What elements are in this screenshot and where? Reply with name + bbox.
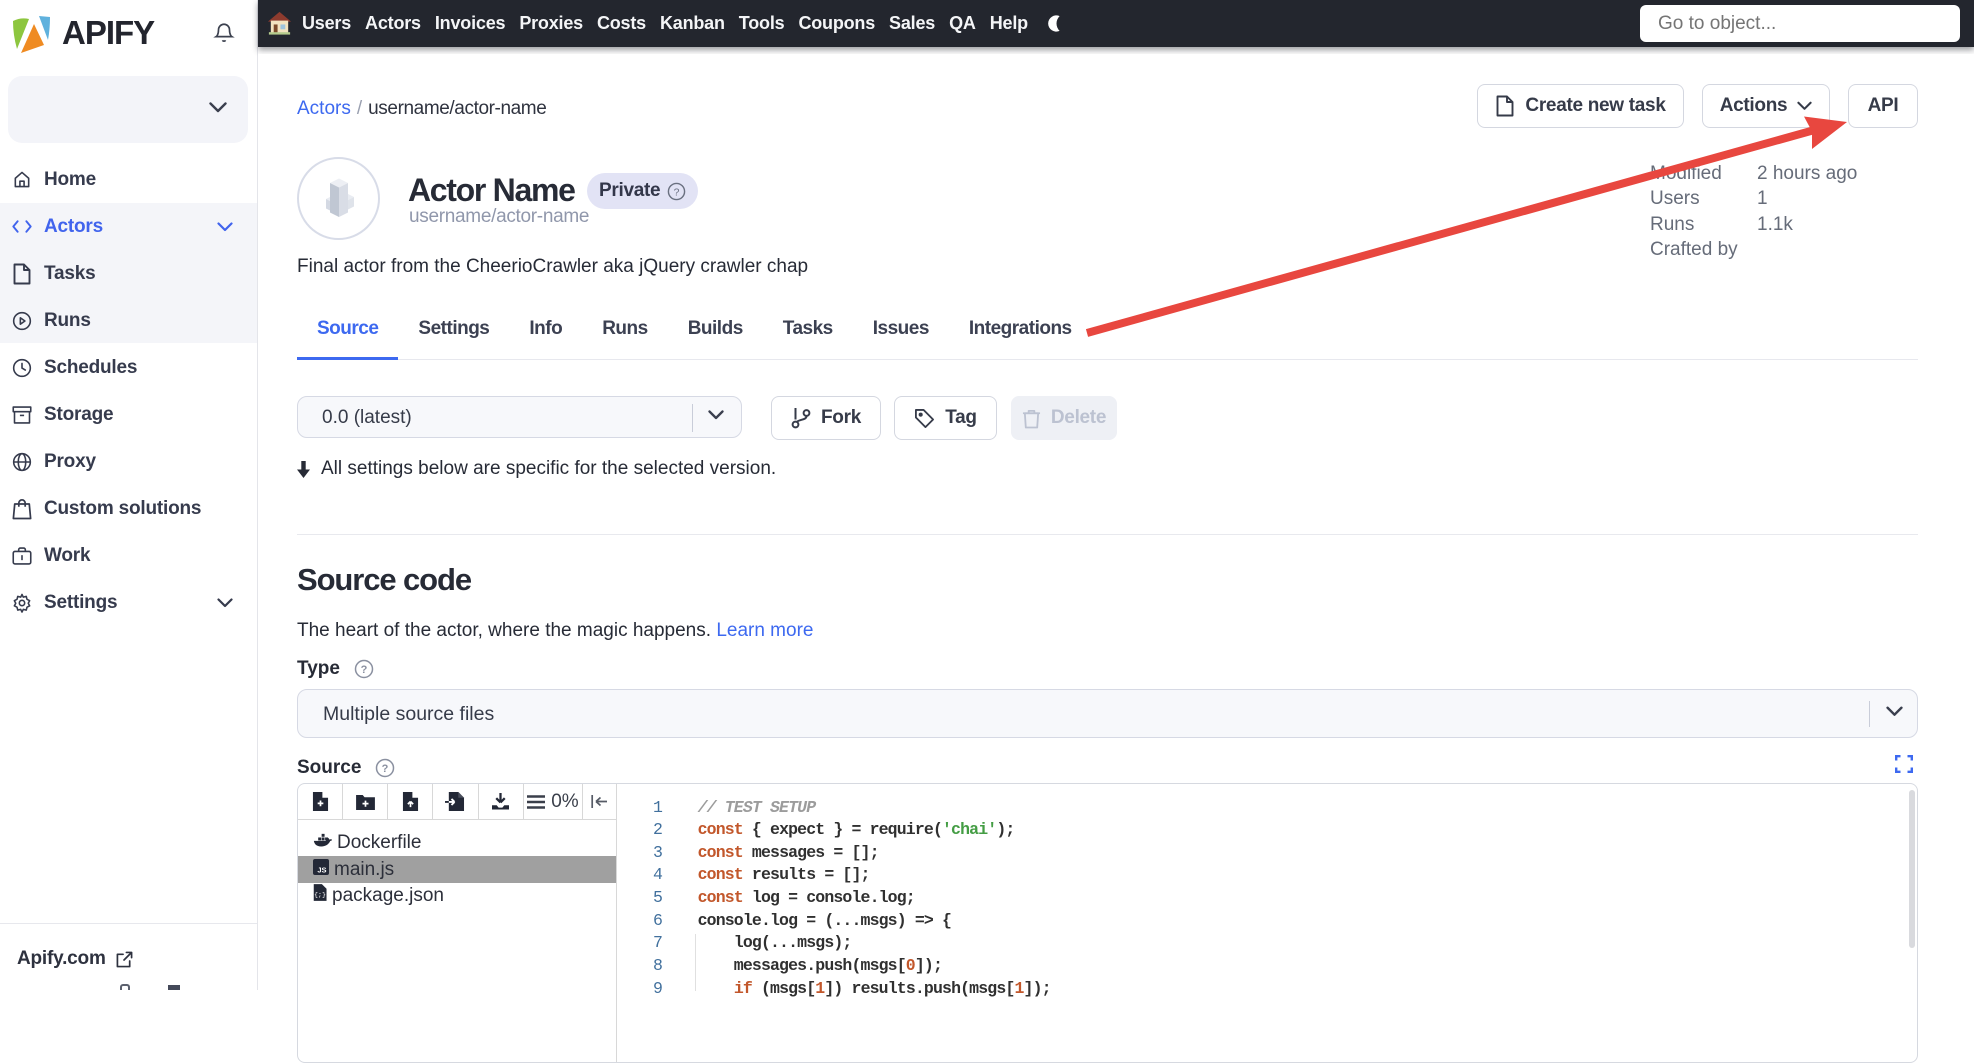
svg-text:JS: JS	[317, 865, 326, 874]
svg-text:?: ?	[674, 187, 680, 198]
svg-text:?: ?	[382, 763, 389, 775]
svg-text:{;}: {;}	[314, 892, 326, 899]
svg-text:?: ?	[361, 664, 368, 676]
